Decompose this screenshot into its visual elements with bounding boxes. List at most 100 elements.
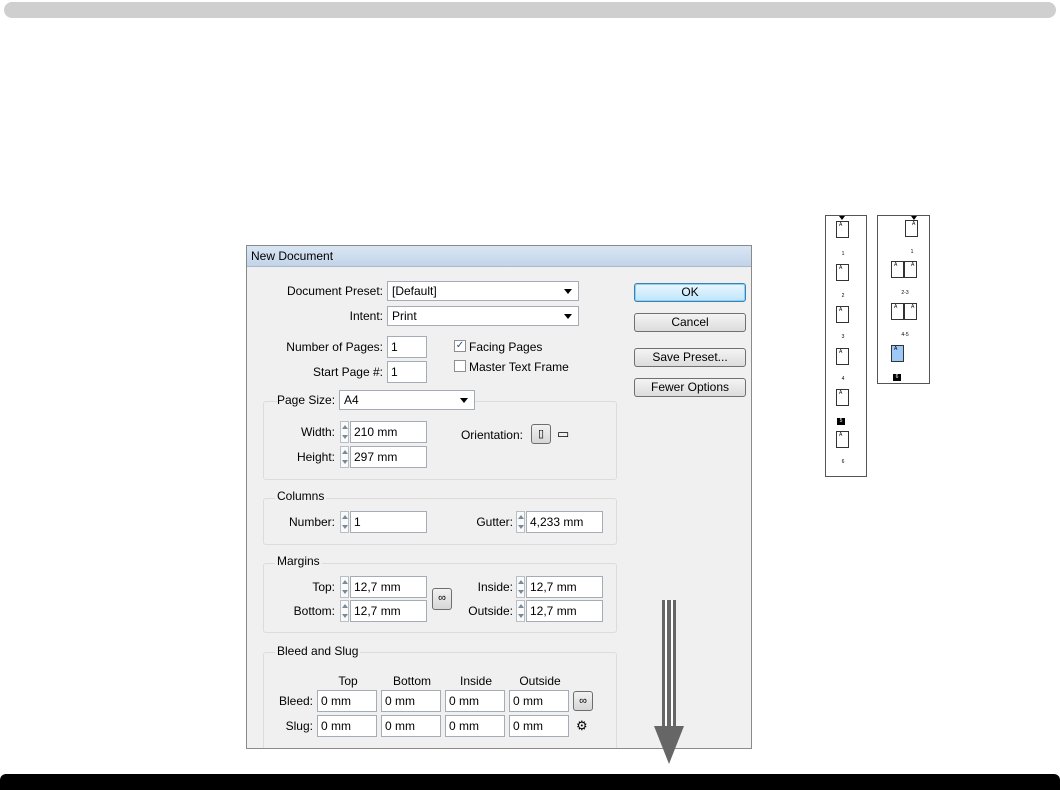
page-thumbnail[interactable]: A — [836, 431, 849, 448]
document-preset-label: Document Preset: — [286, 284, 383, 298]
slug-inside-input[interactable]: 0 mm — [445, 715, 505, 737]
column-header-outside: Outside — [519, 674, 561, 688]
margins-title: Margins — [275, 554, 322, 568]
down-arrow-icon — [654, 726, 684, 764]
page-thumbnail[interactable]: A — [836, 221, 849, 238]
start-page-label: Start Page #: — [312, 365, 383, 379]
margin-inside-stepper[interactable] — [516, 576, 525, 598]
column-header-top: Top — [338, 674, 358, 688]
gutter-label: Gutter: — [476, 515, 513, 529]
bleed-inside-input[interactable]: 0 mm — [445, 690, 505, 712]
height-input[interactable]: 297 mm — [350, 446, 427, 468]
intent-value: Print — [392, 309, 417, 323]
page-size-value: A4 — [344, 393, 359, 407]
page-size-dropdown[interactable]: A4 — [339, 390, 475, 410]
margin-bottom-label: Bottom: — [293, 604, 335, 618]
page-thumbnail[interactable]: A — [836, 264, 849, 281]
triangle-down-icon — [839, 216, 845, 220]
orientation-label: Orientation: — [460, 428, 523, 442]
margin-top-stepper[interactable] — [340, 576, 349, 598]
margin-top-label: Top: — [312, 580, 335, 594]
intent-dropdown[interactable]: Print — [387, 306, 579, 326]
bleed-outside-input[interactable]: 0 mm — [509, 690, 569, 712]
facing-pages-checkbox[interactable]: ✓ — [454, 340, 466, 352]
width-stepper[interactable] — [340, 421, 349, 443]
document-preset-dropdown[interactable]: [Default] — [387, 281, 579, 301]
page-thumbnail[interactable]: A — [891, 261, 904, 278]
page-thumbnail[interactable]: A — [904, 261, 917, 278]
slug-top-input[interactable]: 0 mm — [317, 715, 377, 737]
page-number: 4 — [841, 376, 845, 382]
page-thumbnail[interactable]: A — [836, 348, 849, 365]
gutter-input[interactable]: 4,233 mm — [526, 511, 603, 533]
margin-bottom-input[interactable]: 12,7 mm — [350, 600, 427, 622]
top-decorative-bar — [4, 2, 1056, 18]
bleed-link-button[interactable]: ∞ — [573, 691, 593, 711]
slug-bottom-input[interactable]: 0 mm — [381, 715, 441, 737]
page-number: 2 — [841, 293, 845, 299]
column-number-label: Number: — [288, 515, 335, 529]
dialog-title: New Document — [247, 246, 751, 267]
width-input[interactable]: 210 mm — [350, 421, 427, 443]
chain-link-icon: ∞ — [579, 695, 587, 707]
page-thumbnail[interactable]: A — [904, 303, 917, 320]
intent-label: Intent: — [349, 309, 383, 323]
cancel-button[interactable]: Cancel — [634, 313, 746, 332]
broken-link-icon[interactable]: ⚙ — [576, 718, 588, 734]
bottom-decorative-bar — [0, 774, 1060, 790]
pages-panel-facing: A 1 A A 2-3 A A 4-5 A 6 — [877, 215, 930, 384]
spread-number: 1 — [910, 249, 914, 255]
pages-panel-single: A 1 A 2 A 3 A 4 A 5 A 6 — [825, 215, 867, 477]
spread-number: 2-3 — [901, 290, 909, 296]
column-header-bottom: Bottom — [392, 674, 431, 688]
page-thumbnail[interactable]: A — [836, 306, 849, 323]
facing-pages-label: Facing Pages — [469, 340, 543, 354]
selected-page-number: 5 — [837, 418, 845, 425]
portrait-page-icon: ▯ — [537, 428, 545, 440]
page-thumbnail[interactable]: A — [836, 389, 849, 406]
margin-outside-input[interactable]: 12,7 mm — [526, 600, 603, 622]
column-number-input[interactable]: 1 — [350, 511, 427, 533]
number-of-pages-input[interactable]: 1 — [387, 336, 427, 358]
page-size-label: Page Size: — [277, 393, 340, 407]
landscape-page-icon[interactable]: ▭ — [557, 426, 569, 442]
ok-button[interactable]: OK — [634, 283, 746, 302]
column-header-inside: Inside — [459, 674, 493, 688]
bleed-label: Bleed: — [278, 694, 313, 708]
page-number: 1 — [841, 251, 845, 257]
bleed-bottom-input[interactable]: 0 mm — [381, 690, 441, 712]
margin-top-input[interactable]: 12,7 mm — [350, 576, 427, 598]
spread-number: 4-5 — [901, 332, 909, 338]
down-arrow-shaft — [662, 600, 676, 727]
margin-bottom-stepper[interactable] — [340, 600, 349, 622]
chevron-down-icon — [564, 289, 572, 294]
master-text-frame-label: Master Text Frame — [469, 360, 569, 374]
columns-title: Columns — [275, 489, 327, 503]
chevron-down-icon — [460, 398, 468, 403]
bleed-slug-title: Bleed and Slug — [275, 644, 361, 658]
bleed-top-input[interactable]: 0 mm — [317, 690, 377, 712]
save-preset-button[interactable]: Save Preset... — [634, 348, 746, 367]
slug-outside-input[interactable]: 0 mm — [509, 715, 569, 737]
margin-outside-label: Outside: — [468, 604, 513, 618]
fewer-options-button[interactable]: Fewer Options — [634, 378, 746, 397]
selected-page-thumbnail[interactable]: A — [891, 345, 904, 362]
start-page-input[interactable]: 1 — [387, 361, 427, 383]
height-stepper[interactable] — [340, 446, 349, 468]
page-thumbnail[interactable]: A — [891, 303, 904, 320]
portrait-orientation-button[interactable]: ▯ — [531, 424, 551, 444]
margin-inside-input[interactable]: 12,7 mm — [526, 576, 603, 598]
document-preset-value: [Default] — [392, 284, 437, 298]
slug-label: Slug: — [285, 719, 313, 733]
chevron-down-icon — [564, 314, 572, 319]
margin-outside-stepper[interactable] — [516, 600, 525, 622]
master-text-frame-checkbox[interactable] — [454, 360, 466, 372]
gutter-stepper[interactable] — [516, 511, 525, 533]
new-document-dialog: New Document Document Preset: [Default] … — [246, 245, 752, 749]
height-label: Height: — [296, 450, 335, 464]
selected-page-number: 6 — [893, 374, 901, 381]
column-number-stepper[interactable] — [340, 511, 349, 533]
page-number: 6 — [841, 459, 845, 465]
page-thumbnail[interactable]: A — [905, 220, 918, 237]
margin-inside-label: Inside: — [477, 580, 513, 594]
